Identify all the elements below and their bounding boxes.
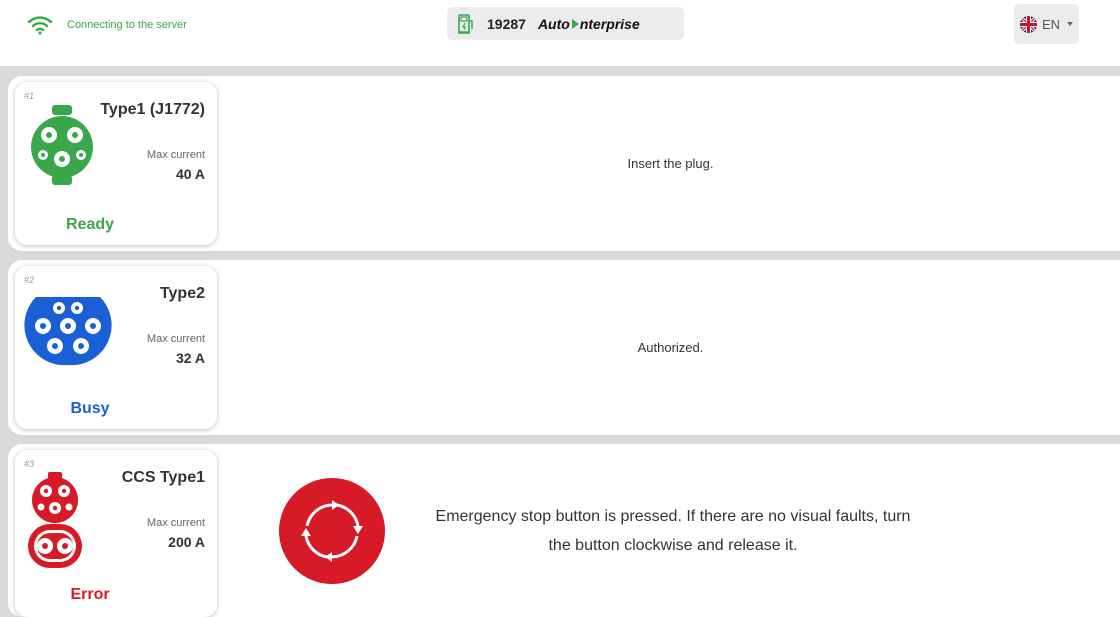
max-current-value: 200 A bbox=[168, 534, 205, 550]
connection-status-text: Connecting to the server bbox=[67, 19, 187, 31]
connector-row-2: #2 Type2 Max current 32 A Busy Authorize… bbox=[8, 260, 1120, 435]
connector-number: #1 bbox=[24, 91, 35, 101]
max-current-value: 32 A bbox=[175, 350, 205, 366]
connector-type: Type1 (J1772) bbox=[100, 101, 205, 118]
max-current-value: 40 A bbox=[175, 166, 205, 182]
connector-row-1: #1 Type1 (J1772) Max current 40 A Ready … bbox=[8, 76, 1120, 251]
type2-plug-icon bbox=[24, 297, 112, 366]
uk-flag-icon bbox=[1019, 15, 1037, 33]
connector-status: Busy bbox=[70, 400, 110, 417]
connector-card-3[interactable]: #3 CCS Type1 Max current 200 A Error bbox=[15, 450, 217, 617]
max-current-label: Max current bbox=[146, 333, 205, 345]
brand-logo: Auto nterprise bbox=[537, 15, 640, 32]
top-bar: Connecting to the server 19287 Auto nterp… bbox=[0, 0, 1120, 66]
connector-number: #2 bbox=[24, 275, 35, 285]
max-current-label: Max current bbox=[146, 149, 205, 161]
emergency-stop-icon bbox=[279, 478, 385, 584]
connector-status: Error bbox=[70, 586, 110, 603]
max-current-label: Max current bbox=[146, 517, 205, 529]
connector-status: Ready bbox=[65, 216, 115, 233]
charging-station-icon bbox=[458, 13, 473, 34]
language-code: EN bbox=[1041, 16, 1061, 32]
connector-card-1[interactable]: #1 Type1 (J1772) Max current 40 A Ready bbox=[15, 82, 217, 245]
connector-row-3: #3 CCS Type1 Max current 200 A Error Eme… bbox=[8, 444, 1120, 617]
connector-card-2[interactable]: #2 Type2 Max current 32 A Busy bbox=[15, 266, 217, 429]
connector-type: CCS Type1 bbox=[121, 469, 205, 486]
language-selector[interactable]: EN bbox=[1014, 4, 1079, 44]
connector-message: Emergency stop button is pressed. If the… bbox=[435, 507, 911, 554]
connection-status: Connecting to the server bbox=[27, 10, 187, 40]
station-id: 19287 bbox=[487, 15, 526, 32]
ccs-type1-plug-icon bbox=[28, 472, 82, 568]
station-info: 19287 Auto nterprise bbox=[447, 7, 684, 40]
wifi-icon bbox=[27, 16, 53, 35]
connector-message: Authorized. bbox=[637, 340, 704, 355]
connector-message: Insert the plug. bbox=[627, 156, 714, 171]
connector-number: #3 bbox=[24, 459, 35, 469]
chevron-down-icon bbox=[1067, 22, 1074, 26]
connector-type: Type2 bbox=[159, 285, 205, 302]
type1-plug-icon bbox=[31, 105, 93, 185]
